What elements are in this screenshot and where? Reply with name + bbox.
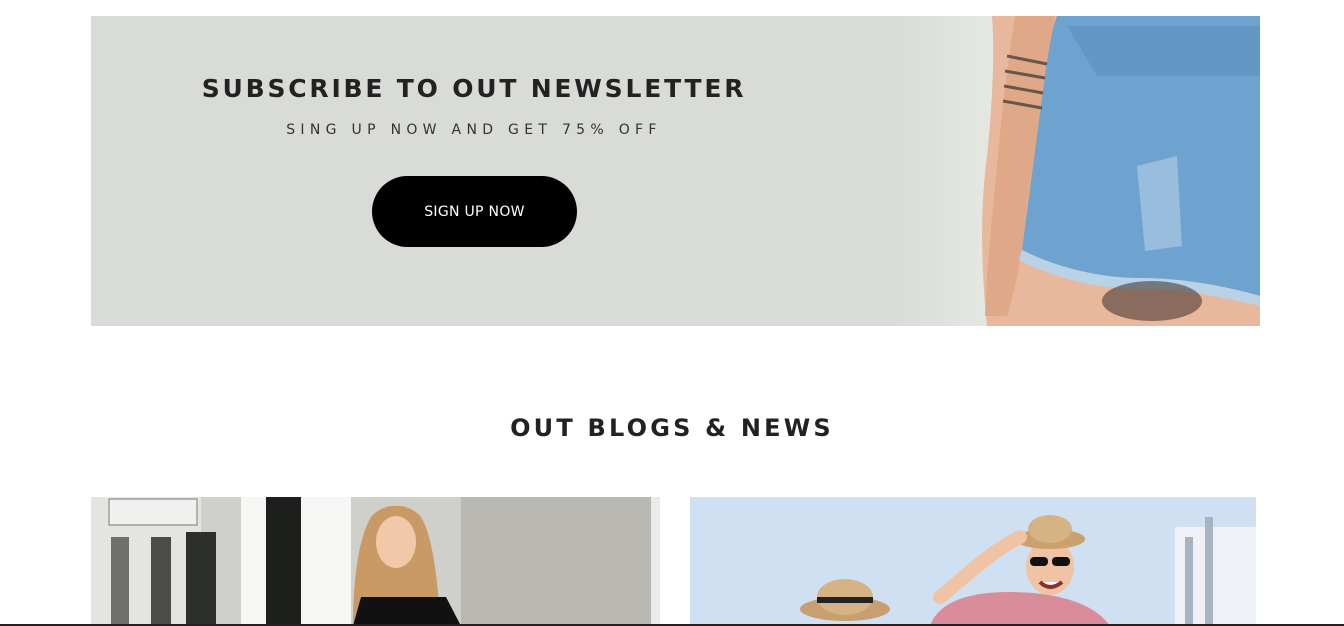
blog-photo-women-hats — [690, 497, 1256, 626]
blog-photo-woman-street — [91, 497, 660, 626]
model-photo-illustration — [982, 16, 1260, 326]
blog-card-image-2[interactable] — [690, 497, 1256, 626]
newsletter-subtitle: SING UP NOW AND GET 75% OFF — [286, 122, 662, 138]
newsletter-title: SUBSCRIBE TO OUT NEWSLETTER — [201, 74, 747, 103]
newsletter-text-block: SUBSCRIBE TO OUT NEWSLETTER SING UP NOW … — [91, 16, 857, 326]
sign-up-button[interactable]: SIGN UP NOW — [372, 176, 577, 247]
newsletter-model-image — [887, 16, 1260, 326]
blog-card-image-1[interactable] — [91, 497, 660, 626]
newsletter-banner: SUBSCRIBE TO OUT NEWSLETTER SING UP NOW … — [91, 16, 1260, 326]
blogs-section-title: OUT BLOGS & NEWS — [510, 414, 834, 442]
